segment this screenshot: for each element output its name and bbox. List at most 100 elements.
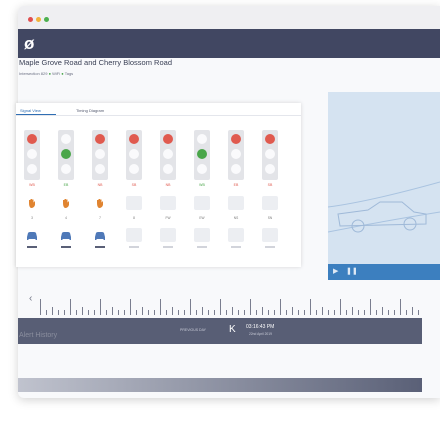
lamp-off (231, 164, 241, 174)
pedestrian-phase-label: EW (199, 216, 205, 220)
timeline-tick (226, 310, 227, 315)
timeline-tick (232, 307, 233, 315)
close-window-dot[interactable] (28, 17, 33, 22)
lamp-off (163, 149, 173, 159)
pedestrian-idle-icon (228, 196, 244, 210)
playback-bar: PREVIOUS DAY K 03:16:43 PM 22nd April 20… (18, 318, 422, 344)
vehicle-detected-icon (24, 228, 40, 242)
pedestrian-phase-label: 8 (133, 216, 135, 220)
alert-history-bar[interactable] (18, 378, 422, 392)
pedestrian-idle-icon (160, 196, 176, 210)
lamp-off (61, 134, 71, 144)
signal-head (160, 130, 176, 180)
road-sketch-illustration (327, 181, 440, 233)
vehicle-idle-icon (126, 228, 142, 242)
timeline-tick (136, 310, 137, 315)
window-titlebar (18, 6, 440, 29)
timeline-tick (358, 310, 359, 315)
skip-back-icon[interactable]: K (229, 324, 236, 335)
timeline-tick (76, 310, 77, 315)
phase-status-bar (61, 246, 71, 248)
maximize-window-dot[interactable] (44, 17, 49, 22)
phase-status-bar (27, 246, 37, 248)
timeline-tick (94, 310, 95, 315)
timeline-tick (280, 299, 281, 315)
minimize-window-dot[interactable] (36, 17, 41, 22)
tab-timing-diagram[interactable]: Timing Diagram (76, 108, 104, 113)
timeline-tick (346, 310, 347, 315)
timeline-tick (160, 299, 161, 315)
timeline-tick (376, 310, 377, 315)
timeline-tick (172, 307, 173, 315)
timeline-tick (244, 310, 245, 315)
timeline-tick (310, 299, 311, 315)
phase-label: WB (29, 183, 35, 187)
play-button[interactable]: ▶ (333, 267, 338, 275)
signal-column: EB 4 (58, 130, 78, 248)
lamp-off (95, 149, 105, 159)
timeline-tick (406, 310, 407, 315)
pedestrian-phase-label: 3 (31, 216, 33, 220)
signal-head (228, 130, 244, 180)
timeline-tick (154, 310, 155, 315)
previous-day-link[interactable]: PREVIOUS DAY (180, 328, 206, 332)
timeline-tick (148, 310, 149, 315)
lamp-off (95, 164, 105, 174)
phase-status-bar (129, 246, 139, 248)
camera-video-panel[interactable]: ▶ ❚❚ (327, 92, 440, 280)
pause-button[interactable]: ❚❚ (346, 267, 358, 275)
signal-view-card: Signal View Timing Diagram WB 3 EB 4 NB 7 SB 8 N… (16, 103, 301, 267)
vehicle-idle-icon (160, 228, 176, 242)
timeline-tick (178, 310, 179, 315)
vehicle-detected-icon (92, 228, 108, 242)
signal-head (262, 130, 278, 180)
signal-column: WB 3 (24, 130, 44, 248)
lamp-off (61, 164, 71, 174)
signal-head (126, 130, 142, 180)
timeline-tick (394, 310, 395, 315)
tags-label: Tags (64, 71, 74, 76)
timeline-tick (334, 310, 335, 315)
pedestrian-phase-label: 7 (99, 216, 101, 220)
phase-label: SB (267, 183, 273, 187)
timeline-tick (220, 299, 221, 315)
timeline-tick (256, 310, 257, 315)
wifi-label: WiFi (52, 71, 61, 76)
vehicle-idle-icon (262, 228, 278, 242)
timeline-tick (196, 310, 197, 315)
app-logo-icon[interactable]: ø (24, 34, 34, 54)
timeline-tick (88, 310, 89, 315)
phase-status-bar (163, 246, 173, 248)
timeline-tick (322, 307, 323, 315)
lamp-red (129, 134, 139, 144)
timeline-tick (238, 310, 239, 315)
timeline-prev-arrow[interactable]: ‹ (29, 293, 32, 304)
timeline-tick (274, 310, 275, 315)
active-tab-indicator (16, 114, 56, 115)
pedestrian-phase-label: NS (233, 216, 239, 220)
page-subtitle: Intersection 829 ● WiFi ● Tags (19, 71, 73, 76)
timeline-tick (298, 310, 299, 315)
timeline-tick (142, 307, 143, 315)
playback-date: 22nd April 2019 (249, 332, 272, 336)
lamp-off (265, 149, 275, 159)
timeline-tick (40, 299, 41, 315)
pedestrian-hand-icon (58, 196, 74, 210)
timeline-tick (166, 310, 167, 315)
intersection-id: Intersection 829 (19, 71, 48, 76)
tabs-divider (16, 115, 301, 116)
timeline-ruler[interactable] (36, 295, 422, 315)
vehicle-idle-icon (194, 228, 210, 242)
timeline-tick (202, 307, 203, 315)
timeline-tick (250, 299, 251, 315)
phase-label: WB (199, 183, 205, 187)
timeline-tick (418, 310, 419, 315)
tab-signal-view[interactable]: Signal View (20, 108, 41, 113)
pedestrian-idle-icon (126, 196, 142, 210)
lamp-red (265, 134, 275, 144)
top-nav-bar: ø (18, 29, 440, 58)
status-dot-icon: ● (48, 71, 52, 76)
lamp-off (27, 149, 37, 159)
alert-history-title: Alert History (19, 332, 58, 339)
timeline-tick (82, 307, 83, 315)
